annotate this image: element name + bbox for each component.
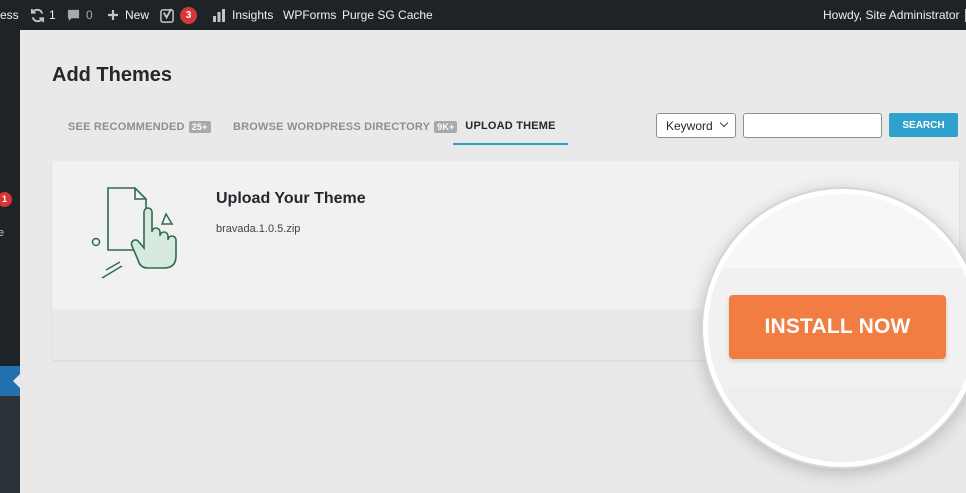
search-type-select[interactable]: Keyword [656, 113, 736, 138]
admin-bar: ess 1 0 New 3 Insights WPForms Purge SG … [0, 0, 966, 30]
bar-chart-icon [213, 8, 225, 22]
yoast-link[interactable]: 3 [160, 0, 197, 30]
magnifier-top-region [708, 194, 966, 268]
updates-link[interactable]: 1 [30, 0, 56, 30]
new-label: New [125, 8, 150, 22]
install-now-button[interactable]: INSTALL NOW [729, 295, 946, 359]
sidebar-current-arrow [13, 373, 21, 389]
sidebar-update-badge: 1 [0, 192, 12, 207]
site-name-link[interactable]: ess [0, 0, 19, 30]
search-button[interactable]: SEARCH [889, 113, 958, 137]
insights-link[interactable]: Insights [212, 0, 273, 30]
sidebar-item-label[interactable]: e [0, 227, 4, 239]
wpforms-link[interactable]: WPForms [283, 0, 336, 30]
new-content-link[interactable]: New [107, 0, 149, 30]
chevron-down-icon [719, 118, 729, 128]
tab-browse-directory[interactable]: Browse WordPress Directory 9K+ [233, 109, 458, 145]
tab-label: See Recommended [68, 121, 185, 133]
search-type-value: Keyword [666, 118, 713, 133]
updates-count: 1 [49, 8, 56, 22]
tab-recommended[interactable]: See Recommended 25+ [68, 109, 211, 145]
search-input[interactable] [743, 113, 882, 138]
purge-cache-link[interactable]: Purge SG Cache [342, 0, 433, 30]
my-account-link[interactable]: Howdy, Site Administrator [823, 0, 966, 30]
selected-file-name[interactable]: bravada.1.0.5.zip [216, 223, 300, 235]
refresh-icon [30, 8, 45, 22]
tab-count: 25+ [188, 121, 211, 133]
upload-heading: Upload Your Theme [216, 190, 366, 207]
tab-label: Browse WordPress Directory [233, 121, 431, 133]
insights-label: Insights [232, 8, 274, 22]
tab-label: Upload Theme [465, 120, 556, 132]
yoast-badge: 3 [180, 6, 197, 24]
howdy-label: Howdy, Site Administrator [823, 8, 960, 22]
comments-link[interactable]: 0 [67, 0, 93, 30]
comments-count: 0 [86, 8, 93, 22]
page-title: Add Themes [52, 64, 173, 86]
comment-icon [67, 9, 80, 21]
yoast-icon [160, 7, 174, 23]
magnifier-bottom-region [708, 388, 966, 462]
plus-icon [108, 10, 118, 20]
sidebar-submenu [0, 396, 20, 493]
upload-hand-illustration-icon [91, 187, 177, 279]
tab-upload-theme[interactable]: Upload Theme [453, 109, 568, 145]
admin-sidebar: 1 e [0, 30, 21, 493]
